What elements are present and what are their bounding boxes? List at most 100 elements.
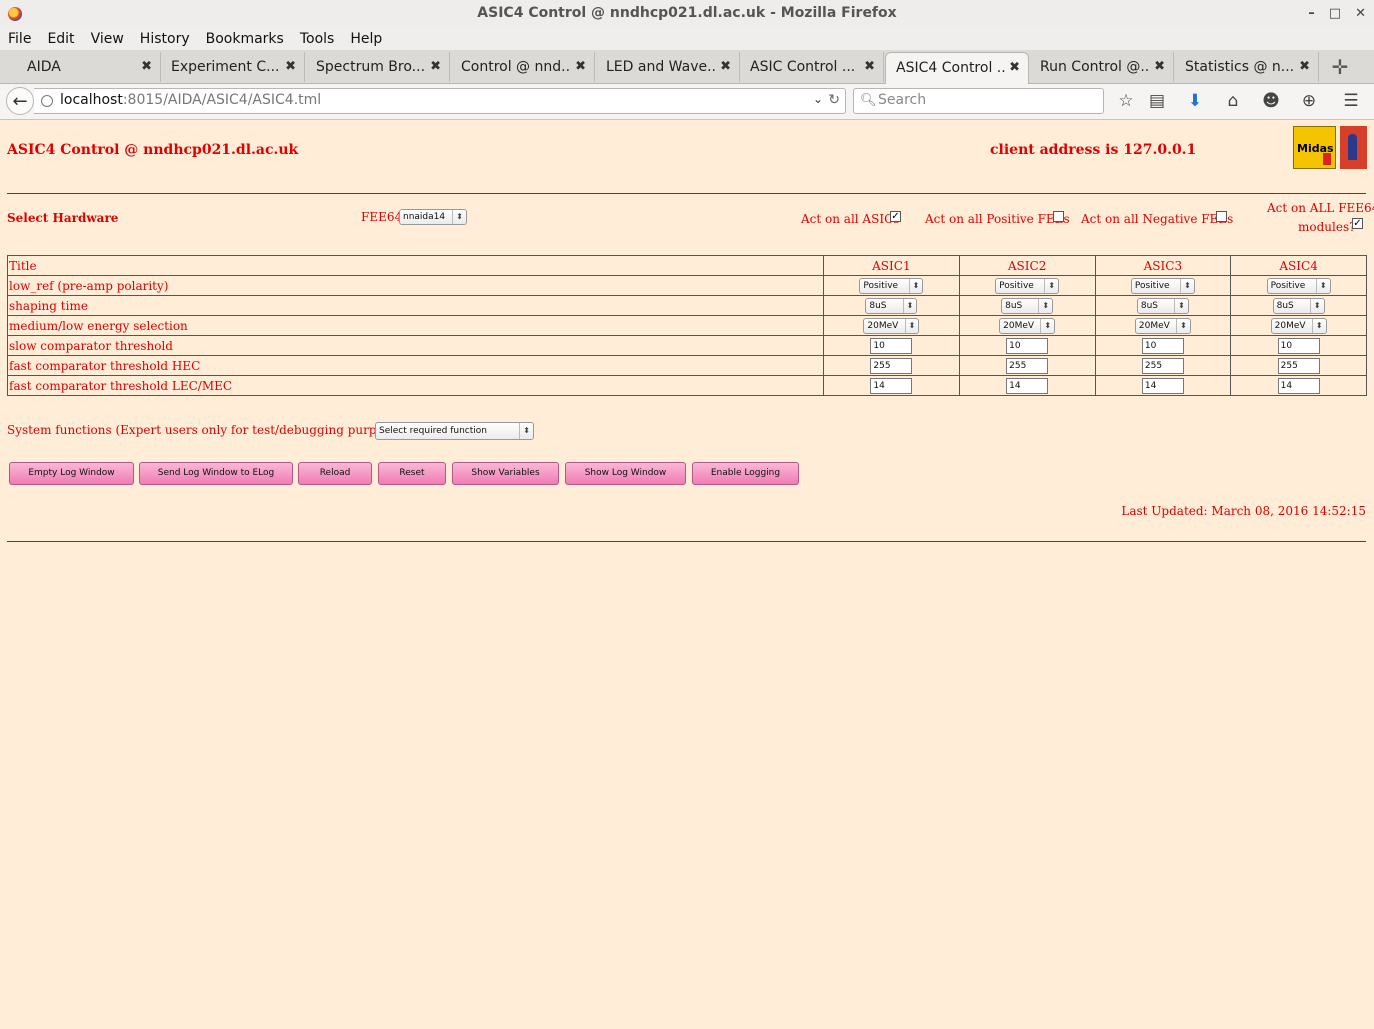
table-row: fast comparator threshold HEC 255 255 25… xyxy=(7,355,1367,376)
close-tab-icon[interactable]: ✖ xyxy=(430,52,441,82)
lec-mec-threshold-input[interactable]: 14 xyxy=(870,377,913,394)
reload-button[interactable]: Reload xyxy=(298,462,372,485)
tab-aida[interactable]: AIDA ✖ xyxy=(17,52,161,82)
show-log-window-button[interactable]: Show Log Window xyxy=(565,462,686,485)
act-negative-checkbox[interactable] xyxy=(1216,211,1227,222)
menu-edit[interactable]: Edit xyxy=(39,31,82,47)
tab-control[interactable]: Control @ nnd... ✖ xyxy=(451,52,595,82)
tab-asic4-control[interactable]: ASIC4 Control ... ✖ xyxy=(885,52,1029,84)
lec-mec-threshold-input[interactable]: 14 xyxy=(1277,377,1320,394)
menu-file[interactable]: File xyxy=(0,31,39,47)
url-history-dropdown-icon[interactable]: ⌄ xyxy=(813,92,823,106)
shaping-time-select[interactable]: 8uS ⬍ xyxy=(865,297,918,314)
close-tab-icon[interactable]: ✖ xyxy=(1009,53,1020,83)
close-tab-icon[interactable]: ✖ xyxy=(864,52,875,82)
energy-select[interactable]: 20MeV ⬍ xyxy=(1270,317,1327,334)
close-tab-icon[interactable]: ✖ xyxy=(1299,52,1310,82)
shaping-time-select[interactable]: 8uS ⬍ xyxy=(1136,297,1189,314)
url-text[interactable]: localhost:8015/AIDA/ASIC4/ASIC4.tml xyxy=(60,92,321,108)
network-globe-icon[interactable]: ⊕ xyxy=(1298,91,1320,113)
menu-view[interactable]: View xyxy=(83,31,132,47)
close-tab-icon[interactable]: ✖ xyxy=(1154,52,1165,82)
slow-threshold-input[interactable]: 10 xyxy=(870,337,913,354)
tab-statistics[interactable]: Statistics @ n... ✖ xyxy=(1175,52,1319,82)
close-window-button[interactable]: ✕ xyxy=(1355,1,1366,27)
shaping-time-select[interactable]: 8uS ⬍ xyxy=(1001,297,1054,314)
window-titlebar: ASIC4 Control @ nndhcp021.dl.ac.uk - Moz… xyxy=(0,0,1374,28)
search-placeholder: Search xyxy=(878,92,927,108)
menu-tools[interactable]: Tools xyxy=(292,31,343,47)
show-variables-button[interactable]: Show Variables xyxy=(452,462,559,485)
energy-select[interactable]: 20MeV ⬍ xyxy=(999,317,1056,334)
chevron-updown-icon: ⬍ xyxy=(1038,298,1049,313)
polarity-select[interactable]: Positive ⬍ xyxy=(1130,277,1195,294)
close-tab-icon[interactable]: ✖ xyxy=(285,52,296,82)
cell: 255 xyxy=(1230,355,1367,376)
url-host: localhost xyxy=(60,92,123,108)
hec-threshold-input[interactable]: 255 xyxy=(1141,357,1184,374)
close-tab-icon[interactable]: ✖ xyxy=(575,52,586,82)
cell: 14 xyxy=(958,375,1096,396)
lec-mec-threshold-input[interactable]: 14 xyxy=(1006,377,1049,394)
site-info-icon[interactable] xyxy=(41,95,53,107)
cell: 10 xyxy=(823,335,960,356)
back-arrow-icon[interactable]: ← xyxy=(6,87,34,115)
tab-asic-control[interactable]: ASIC Control ... ✖ xyxy=(740,52,884,82)
system-function-select-value: Select required function xyxy=(379,426,487,436)
menu-history[interactable]: History xyxy=(132,31,198,47)
energy-select[interactable]: 20MeV ⬍ xyxy=(1134,317,1191,334)
search-bar[interactable]: 🔍︎ Search xyxy=(853,88,1104,114)
act-all-fee-checkbox[interactable]: ✓ xyxy=(1352,218,1363,229)
hec-threshold-input[interactable]: 255 xyxy=(1277,357,1320,374)
select-value: 20MeV xyxy=(1274,320,1306,331)
new-tab-icon[interactable]: ✛ xyxy=(1330,52,1350,82)
chat-icon[interactable]: ☻ xyxy=(1260,91,1282,113)
select-value: Positive xyxy=(1134,280,1170,291)
header-asic4: ASIC4 xyxy=(1230,255,1367,276)
hec-threshold-input[interactable]: 255 xyxy=(870,357,913,374)
select-value: 8uS xyxy=(1276,300,1294,311)
close-tab-icon[interactable]: ✖ xyxy=(720,52,731,82)
maximize-button[interactable]: □ xyxy=(1329,1,1341,27)
hamburger-menu-icon[interactable]: ☰ xyxy=(1340,91,1362,113)
downloads-icon[interactable]: ⬇ xyxy=(1184,91,1206,113)
polarity-select[interactable]: Positive ⬍ xyxy=(995,277,1060,294)
url-bar[interactable]: localhost:8015/AIDA/ASIC4/ASIC4.tml ⌄ ↻ xyxy=(34,88,846,114)
reading-list-icon[interactable]: ▤ xyxy=(1146,91,1168,113)
tab-run-control[interactable]: Run Control @... ✖ xyxy=(1030,52,1174,82)
energy-select[interactable]: 20MeV ⬍ xyxy=(863,317,920,334)
polarity-select[interactable]: Positive ⬍ xyxy=(859,277,924,294)
close-tab-icon[interactable]: ✖ xyxy=(141,52,152,82)
slow-threshold-input[interactable]: 10 xyxy=(1141,337,1184,354)
send-log-to-elog-button[interactable]: Send Log Window to ELog xyxy=(139,462,293,485)
slow-threshold-input[interactable]: 10 xyxy=(1006,337,1049,354)
slow-threshold-input[interactable]: 10 xyxy=(1277,337,1320,354)
menu-help[interactable]: Help xyxy=(342,31,390,47)
act-all-asics-checkbox[interactable]: ✓ xyxy=(890,211,901,222)
tab-spectrum-browser[interactable]: Spectrum Bro... ✖ xyxy=(306,52,450,82)
system-function-select[interactable]: Select required function ⬍ xyxy=(375,422,534,440)
lec-mec-threshold-input[interactable]: 14 xyxy=(1141,377,1184,394)
tab-label: ASIC4 Control ... xyxy=(896,60,1006,76)
reset-button[interactable]: Reset xyxy=(378,462,446,485)
bookmark-star-icon[interactable]: ☆ xyxy=(1115,91,1137,113)
minimize-button[interactable]: – xyxy=(1308,1,1315,27)
row-label: shaping time xyxy=(7,295,824,316)
system-functions-label: System functions (Expert users only for … xyxy=(7,423,423,437)
tab-experiment-control[interactable]: Experiment C... ✖ xyxy=(161,52,305,82)
hec-threshold-input[interactable]: 255 xyxy=(1006,357,1049,374)
act-positive-checkbox[interactable] xyxy=(1053,211,1064,222)
tab-led-waveform[interactable]: LED and Wave... ✖ xyxy=(596,52,740,82)
empty-log-window-button[interactable]: Empty Log Window xyxy=(9,462,134,485)
polarity-select[interactable]: Positive ⬍ xyxy=(1266,277,1331,294)
menu-bookmarks[interactable]: Bookmarks xyxy=(198,31,292,47)
cell: 14 xyxy=(823,375,960,396)
select-value: 8uS xyxy=(869,300,887,311)
chevron-updown-icon: ⬍ xyxy=(908,278,919,293)
enable-logging-button[interactable]: Enable Logging xyxy=(692,462,799,485)
fee64-select[interactable]: nnaida14 ⬍ xyxy=(399,209,467,225)
home-icon[interactable]: ⌂ xyxy=(1222,91,1244,113)
shaping-time-select[interactable]: 8uS ⬍ xyxy=(1272,297,1325,314)
reload-icon[interactable]: ↻ xyxy=(828,92,840,108)
act-all-asics-label: Act on all ASICs xyxy=(801,212,900,226)
